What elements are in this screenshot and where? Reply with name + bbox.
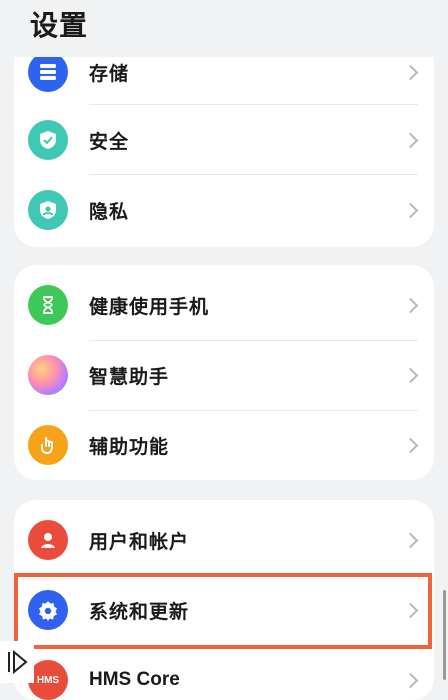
chevron-right-icon (402, 672, 419, 688)
settings-item-label: 存储 (89, 62, 130, 85)
settings-item-label: 隐私 (89, 200, 130, 223)
highlight-box (14, 573, 432, 649)
settings-item-label: 用户和帐户 (89, 530, 190, 553)
settings-item-smart-assistant[interactable]: 智慧助手 (14, 340, 434, 410)
settings-item-label: HMS Core (89, 669, 180, 690)
settings-group-1: 存储 安全 隐私 (14, 57, 434, 247)
step-forward-icon (8, 649, 28, 675)
settings-item-label: 智慧助手 (89, 365, 170, 388)
settings-item-label: 健康使用手机 (89, 295, 210, 318)
settings-item-label: 辅助功能 (89, 435, 170, 458)
storage-icon (28, 57, 68, 92)
chevron-right-icon (402, 132, 419, 148)
shield-check-icon (28, 120, 68, 160)
settings-item-accessibility[interactable]: 辅助功能 (14, 410, 434, 480)
assistant-orb-icon (28, 355, 68, 395)
user-icon (28, 520, 68, 560)
privacy-shield-icon (28, 190, 68, 230)
chevron-right-icon (402, 64, 419, 80)
hms-logo-icon: HMS (28, 660, 68, 700)
settings-item-security[interactable]: 安全 (14, 105, 434, 175)
settings-item-storage[interactable]: 存储 (14, 57, 434, 107)
scrollbar[interactable] (443, 590, 446, 680)
page-title: 设置 (30, 9, 89, 42)
settings-item-privacy[interactable]: 隐私 (14, 175, 434, 245)
chevron-right-icon (402, 367, 419, 383)
hand-touch-icon (28, 425, 68, 465)
chevron-right-icon (402, 202, 419, 218)
chevron-right-icon (402, 532, 419, 548)
settings-item-digital-balance[interactable]: 健康使用手机 (14, 270, 434, 340)
settings-item-label: 安全 (89, 130, 130, 153)
settings-group-2: 健康使用手机 智慧助手 辅助功能 (14, 265, 434, 480)
settings-item-users-accounts[interactable]: 用户和帐户 (14, 505, 434, 575)
chevron-right-icon (402, 437, 419, 453)
hourglass-icon (28, 285, 68, 325)
settings-item-hms-core[interactable]: HMS HMS Core (14, 645, 434, 700)
play-control[interactable] (0, 641, 34, 683)
chevron-right-icon (402, 297, 419, 313)
